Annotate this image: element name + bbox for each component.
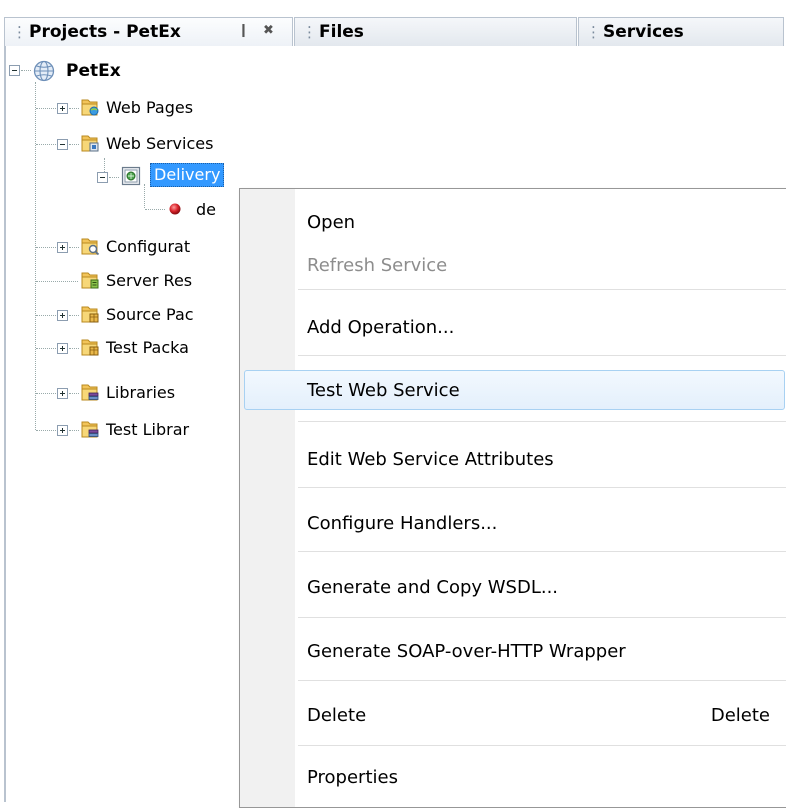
menu-item-label: Delete [307,704,367,726]
web-services-folder-icon [81,135,99,152]
collapse-toggle-icon[interactable] [97,172,108,183]
menu-item-label: Edit Web Service Attributes [307,448,554,470]
expand-toggle-icon[interactable] [57,425,68,436]
menu-item-edit-attributes[interactable]: Edit Web Service Attributes [240,442,786,476]
menu-item-label: Generate SOAP-over-HTTP Wrapper [307,640,626,662]
tree-node-source-packages[interactable]: Source Pac [106,302,194,328]
tree-connector [36,144,56,145]
drag-grip-icon[interactable]: ⋮ [586,23,601,41]
menu-item-configure-handlers[interactable]: Configure Handlers... [240,506,786,540]
collapse-toggle-icon[interactable] [57,139,68,150]
menu-item-label: Refresh Service [307,254,448,276]
tree-connector [35,82,36,430]
tab-files-label: Files [319,22,364,42]
tab-services[interactable]: ⋮ Services [578,17,784,46]
libraries-folder-icon [81,384,99,401]
tree-connector [36,348,56,349]
tree-connector [144,184,145,208]
expand-toggle-icon[interactable] [57,310,68,321]
tree-node-operation[interactable]: de [196,197,216,223]
panel-border [4,46,6,802]
source-packages-folder-icon [81,306,99,323]
menu-item-delete[interactable]: Delete Delete [240,698,786,732]
operation-red-ball-icon [169,203,181,215]
test-packages-folder-icon [81,339,99,356]
tab-projects-label: Projects - PetEx [29,22,181,42]
tree-connector [69,348,79,349]
tree-connector [69,430,79,431]
tree-node-libraries[interactable]: Libraries [106,380,175,406]
menu-item-properties[interactable]: Properties [240,760,786,794]
tree-node-web-services[interactable]: Web Services [106,131,213,157]
configuration-folder-icon [81,238,100,256]
tree-connector [36,430,56,431]
tree-connector [36,315,56,316]
menu-separator [298,617,786,619]
menu-item-generate-soap-wrapper[interactable]: Generate SOAP-over-HTTP Wrapper [240,634,786,668]
menu-item-open[interactable]: Open [240,205,786,239]
menu-separator [298,745,786,747]
menu-item-label: Add Operation... [307,316,455,338]
collapse-toggle-icon[interactable] [9,65,20,76]
menu-separator [298,355,786,357]
menu-item-label: Test Web Service [307,379,460,401]
window-tab-bar: ⋮ Projects - PetEx ❙ ✖ ⋮ Files ⋮ Service… [0,0,786,48]
tree-connector [36,281,78,282]
menu-separator [298,680,786,682]
tree-connector [36,393,56,394]
menu-item-label: Configure Handlers... [307,512,498,534]
menu-item-generate-copy-wsdl[interactable]: Generate and Copy WSDL... [240,570,786,604]
web-service-icon [121,166,141,186]
menu-separator [298,551,786,553]
expand-toggle-icon[interactable] [57,388,68,399]
server-resources-folder-icon [81,272,99,289]
tab-files[interactable]: ⋮ Files [294,17,577,46]
tree-connector [69,247,79,248]
tab-services-label: Services [603,22,684,42]
tree-node-server-resources[interactable]: Server Res [106,268,192,294]
menu-separator [298,289,786,291]
menu-item-test-web-service[interactable]: Test Web Service [240,370,786,410]
tab-projects[interactable]: ⋮ Projects - PetEx ❙ ✖ [4,17,293,46]
menu-separator [298,487,786,489]
test-libraries-folder-icon [81,421,99,438]
tree-connector [21,70,31,71]
tree-connector [36,108,56,109]
menu-item-add-operation[interactable]: Add Operation... [240,310,786,344]
tree-connector [36,247,56,248]
menu-item-label: Generate and Copy WSDL... [307,576,559,598]
close-icon[interactable]: ✖ [263,23,274,38]
tree-node-test-libraries[interactable]: Test Librar [106,417,189,443]
tree-node-test-packages[interactable]: Test Packa [106,335,189,361]
menu-item-refresh-service[interactable]: Refresh Service [240,248,786,282]
expand-toggle-icon[interactable] [57,103,68,114]
tree-node-delivery[interactable]: Delivery [150,163,225,187]
globe-project-icon [33,60,55,82]
expand-toggle-icon[interactable] [57,242,68,253]
tree-connector [145,209,165,210]
minimize-window-icon[interactable]: ❙ [238,23,249,38]
web-pages-folder-icon [81,99,99,116]
expand-toggle-icon[interactable] [57,343,68,354]
menu-item-label: Properties [307,766,398,788]
tree-connector [69,108,79,109]
menu-item-label: Open [307,211,356,233]
tree-node-web-pages[interactable]: Web Pages [106,95,193,121]
tree-connector [69,393,79,394]
tree-connector [69,315,79,316]
tree-node-configuration[interactable]: Configurat [106,234,190,260]
menu-separator [298,421,786,423]
tree-connector [109,177,119,178]
menu-item-shortcut: Delete [710,704,770,726]
drag-grip-icon[interactable]: ⋮ [302,23,317,41]
context-menu: Open Refresh Service Add Operation... Te… [239,188,786,808]
tree-connector [69,144,79,145]
drag-grip-icon[interactable]: ⋮ [12,23,27,41]
tree-node-root[interactable]: PetEx [66,58,121,84]
